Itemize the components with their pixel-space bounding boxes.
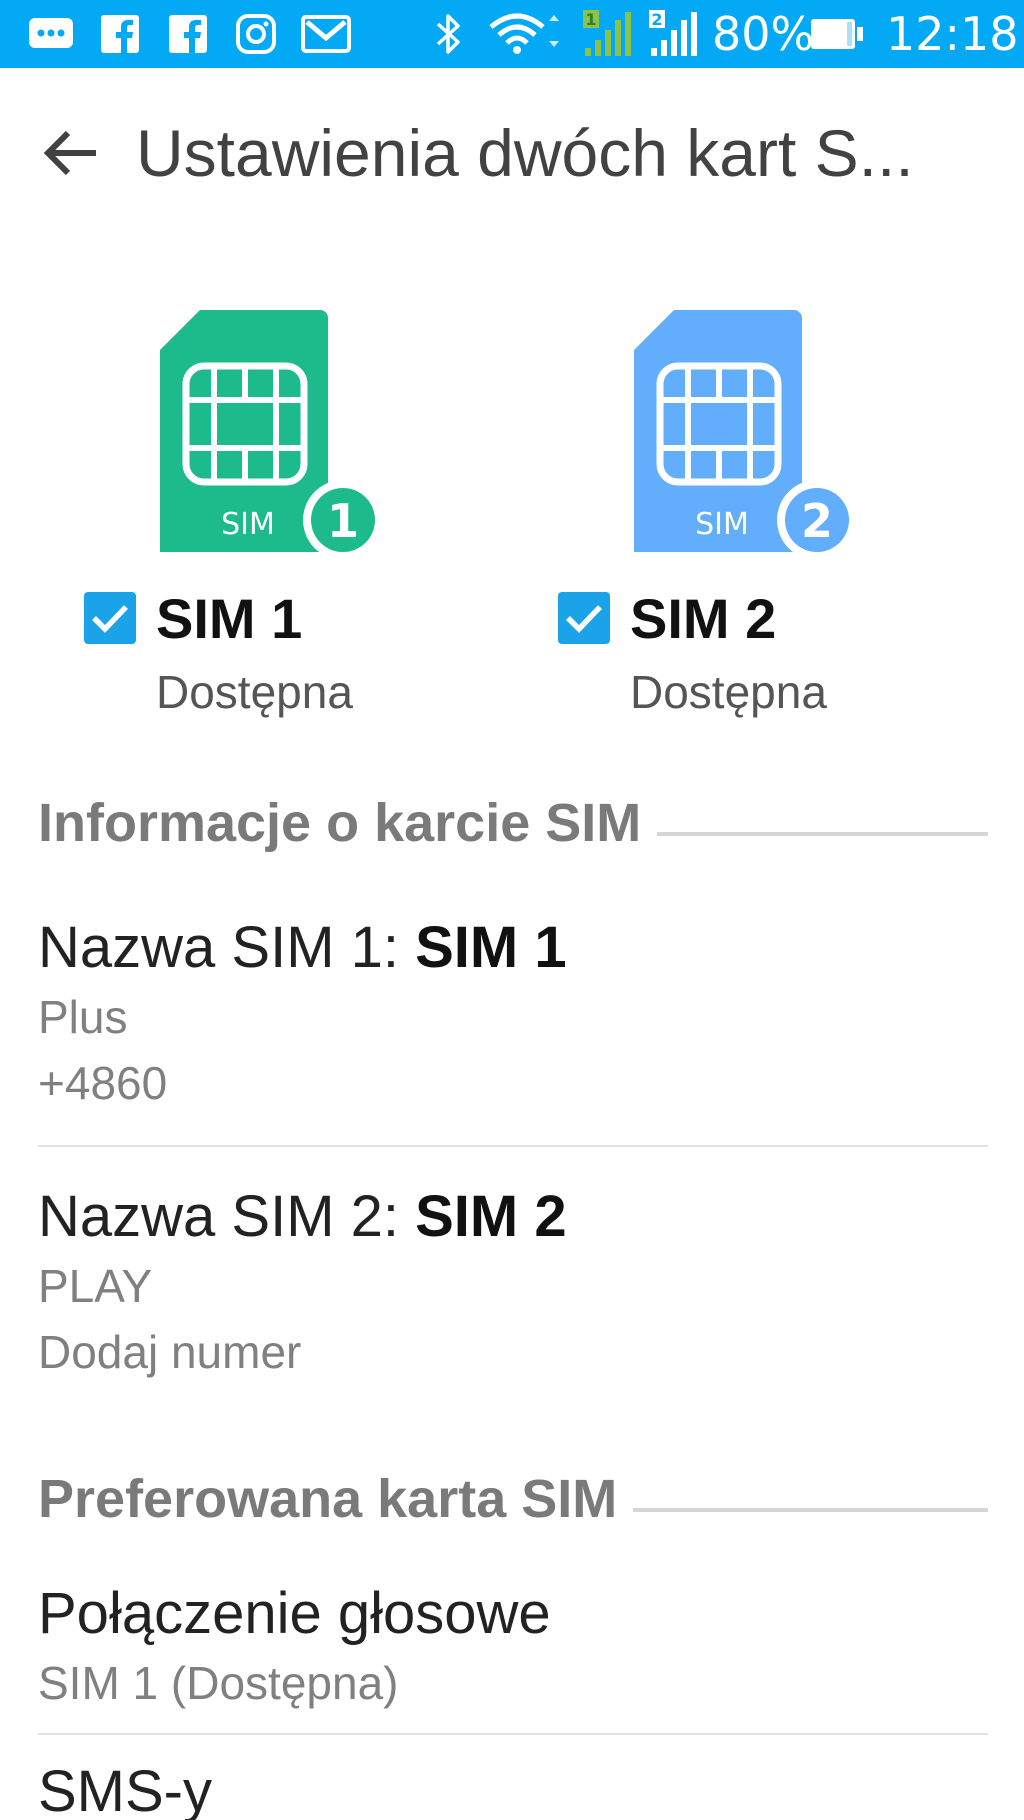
signal-sim1-icon: 1 bbox=[580, 10, 636, 58]
sim-card-2-label: SIM bbox=[695, 507, 749, 542]
sms-setting[interactable]: SMS-y bbox=[38, 1756, 988, 1820]
back-button[interactable] bbox=[34, 118, 104, 188]
sim-2-operator: PLAY bbox=[38, 1260, 153, 1312]
wifi-icon bbox=[486, 10, 560, 58]
sms-title: SMS-y bbox=[38, 1759, 212, 1820]
sim-2-number[interactable]: Dodaj numer bbox=[38, 1319, 988, 1385]
voice-call-setting[interactable]: Połączenie głosowe SIM 1 (Dostępna) bbox=[38, 1578, 988, 1716]
voice-call-value: SIM 1 (Dostępna) bbox=[38, 1657, 399, 1709]
sim-2-name-setting[interactable]: Nazwa SIM 2: SIM 2 PLAY Dodaj numer bbox=[38, 1181, 988, 1385]
sim-2-checkbox[interactable] bbox=[558, 592, 610, 644]
sim-1-name-value: SIM 1 bbox=[415, 915, 567, 980]
sim-2-name-value: SIM 2 bbox=[415, 1184, 567, 1249]
arrow-back-icon bbox=[43, 130, 96, 176]
signal-sim2-icon: 2 bbox=[646, 10, 702, 58]
bluetooth-icon bbox=[428, 10, 468, 58]
sim-1-name-setting[interactable]: Nazwa SIM 1: SIM 1 Plus +4860 bbox=[38, 912, 988, 1116]
section-preferred-sim-title: Preferowana karta SIM bbox=[38, 1464, 634, 1534]
sim-card-2[interactable]: SIM 2 SIM 2 Dostępna bbox=[558, 300, 858, 740]
sim-1-number: +4860 bbox=[38, 1057, 168, 1109]
sim-1-name: SIM 1 bbox=[156, 587, 303, 650]
sim2-signal-label: 2 bbox=[651, 10, 662, 29]
clock: 12:18 bbox=[886, 7, 1019, 61]
check-icon bbox=[566, 605, 602, 633]
page-title: Ustawienia dwóch kart S... bbox=[136, 116, 914, 190]
list-divider bbox=[38, 1145, 988, 1147]
battery-icon bbox=[808, 10, 866, 58]
sim-1-checkbox[interactable] bbox=[84, 592, 136, 644]
gmail-icon bbox=[300, 10, 352, 58]
section-preferred-sim: Preferowana karta SIM bbox=[38, 1464, 988, 1534]
battery-percent: 80% bbox=[712, 7, 815, 61]
chat-icon bbox=[26, 10, 76, 58]
status-bar: 1 2 80% 12:18 bbox=[0, 0, 1024, 68]
sim-1-name-label: Nazwa SIM 1: bbox=[38, 915, 416, 980]
section-sim-info-title: Informacje o karcie SIM bbox=[38, 788, 658, 858]
sim-2-name-title: Nazwa SIM 2: SIM 2 bbox=[38, 1181, 988, 1253]
sim-card-1[interactable]: SIM 1 SIM 1 Dostępna bbox=[84, 300, 384, 740]
instagram-icon bbox=[234, 10, 278, 58]
facebook-icon bbox=[98, 10, 142, 58]
section-sim-info: Informacje o karcie SIM bbox=[38, 788, 988, 858]
facebook-icon bbox=[166, 10, 210, 58]
sim-card-2-badge: 2 bbox=[801, 494, 833, 548]
sim-2-status: Dostępna bbox=[630, 666, 827, 718]
sim-card-1-badge: 1 bbox=[327, 494, 359, 548]
sim-2-name-label: Nazwa SIM 2: bbox=[38, 1184, 416, 1249]
sim-1-status: Dostępna bbox=[156, 666, 353, 718]
voice-call-title: Połączenie głosowe bbox=[38, 1581, 551, 1646]
sim1-signal-label: 1 bbox=[585, 10, 596, 29]
sim-1-name-title: Nazwa SIM 1: SIM 1 bbox=[38, 912, 988, 984]
sim-card-1-icon: SIM 1 bbox=[160, 300, 400, 560]
sim-card-2-icon: SIM 2 bbox=[634, 300, 874, 560]
app-bar: Ustawienia dwóch kart S... bbox=[0, 68, 1024, 238]
sim-2-name: SIM 2 bbox=[630, 587, 777, 650]
list-divider bbox=[38, 1733, 988, 1735]
sim-card-1-label: SIM bbox=[221, 507, 275, 542]
sim-1-operator: Plus bbox=[38, 991, 128, 1043]
check-icon bbox=[92, 605, 128, 633]
